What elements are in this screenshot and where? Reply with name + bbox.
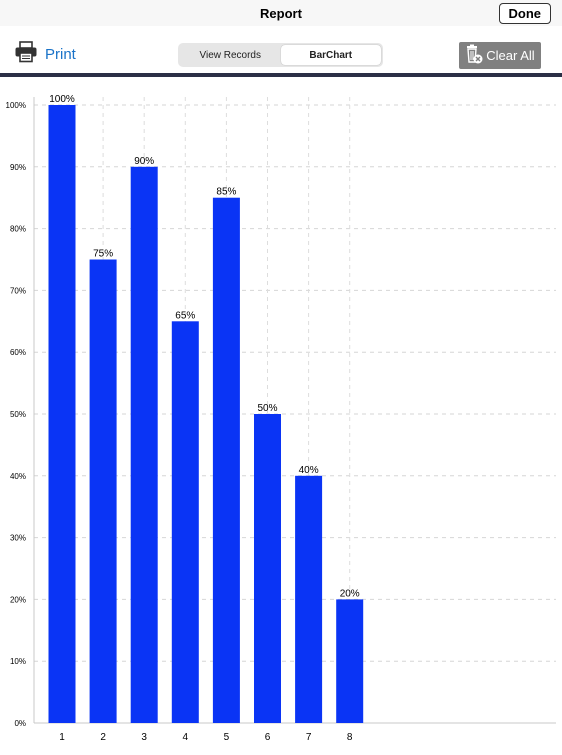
- bar: [48, 105, 76, 723]
- x-tick-label: 8: [347, 732, 353, 743]
- data-label: 100%: [49, 94, 75, 105]
- y-tick-label: 40%: [10, 472, 26, 481]
- y-tick-label: 50%: [10, 410, 26, 419]
- bar: [295, 475, 323, 723]
- bar-chart: 0% 10% 20% 30% 40% 50% 60% 70% 80% 90% 100% 100% 1 75…: [0, 77, 562, 750]
- trash-clear-icon: [465, 44, 483, 67]
- printer-icon: [14, 41, 38, 68]
- y-tick-label: 0%: [14, 719, 26, 728]
- navigation-bar: Report Done: [0, 0, 562, 26]
- data-label: 50%: [257, 403, 277, 414]
- x-tick-label: 6: [265, 732, 271, 743]
- data-label: 40%: [299, 465, 319, 476]
- segment-barchart[interactable]: BarChart: [280, 45, 381, 65]
- data-label: 20%: [340, 588, 360, 599]
- y-tick-label: 10%: [10, 657, 26, 666]
- bar: [336, 599, 364, 723]
- bar: [171, 321, 199, 723]
- data-label: 90%: [134, 156, 154, 167]
- data-label: 65%: [175, 310, 195, 321]
- done-button[interactable]: Done: [498, 3, 551, 24]
- print-button[interactable]: Print: [14, 41, 76, 68]
- data-label: 85%: [216, 187, 236, 198]
- toolbar: Print View Records BarChart Clear All: [0, 26, 562, 73]
- bar-chart-svg: 0%10%20%30%40%50%60%70%80%90%100%100%175…: [6, 94, 556, 743]
- x-tick-label: 1: [59, 732, 65, 743]
- y-tick-label: 90%: [10, 163, 26, 172]
- y-tick-label: 100%: [6, 101, 26, 110]
- segment-view-records[interactable]: View Records: [180, 45, 281, 65]
- clear-all-label: Clear All: [486, 48, 535, 63]
- view-segmented-control: View Records BarChart: [178, 43, 383, 67]
- print-label: Print: [45, 46, 76, 63]
- x-tick-label: 4: [183, 732, 189, 743]
- x-tick-label: 5: [224, 732, 230, 743]
- y-tick-label: 20%: [10, 595, 26, 604]
- bar: [254, 414, 281, 723]
- x-tick-label: 2: [100, 732, 106, 743]
- clear-all-button[interactable]: Clear All: [459, 42, 541, 69]
- x-tick-label: 7: [306, 732, 312, 743]
- page-title: Report: [260, 6, 302, 21]
- y-tick-label: 70%: [10, 286, 26, 295]
- bar: [130, 166, 158, 724]
- y-tick-label: 80%: [10, 225, 26, 234]
- bar: [89, 259, 117, 723]
- y-tick-label: 60%: [10, 348, 26, 357]
- x-tick-label: 3: [141, 732, 147, 743]
- y-tick-label: 30%: [10, 534, 26, 543]
- data-label: 75%: [93, 249, 113, 260]
- bar: [212, 197, 240, 723]
